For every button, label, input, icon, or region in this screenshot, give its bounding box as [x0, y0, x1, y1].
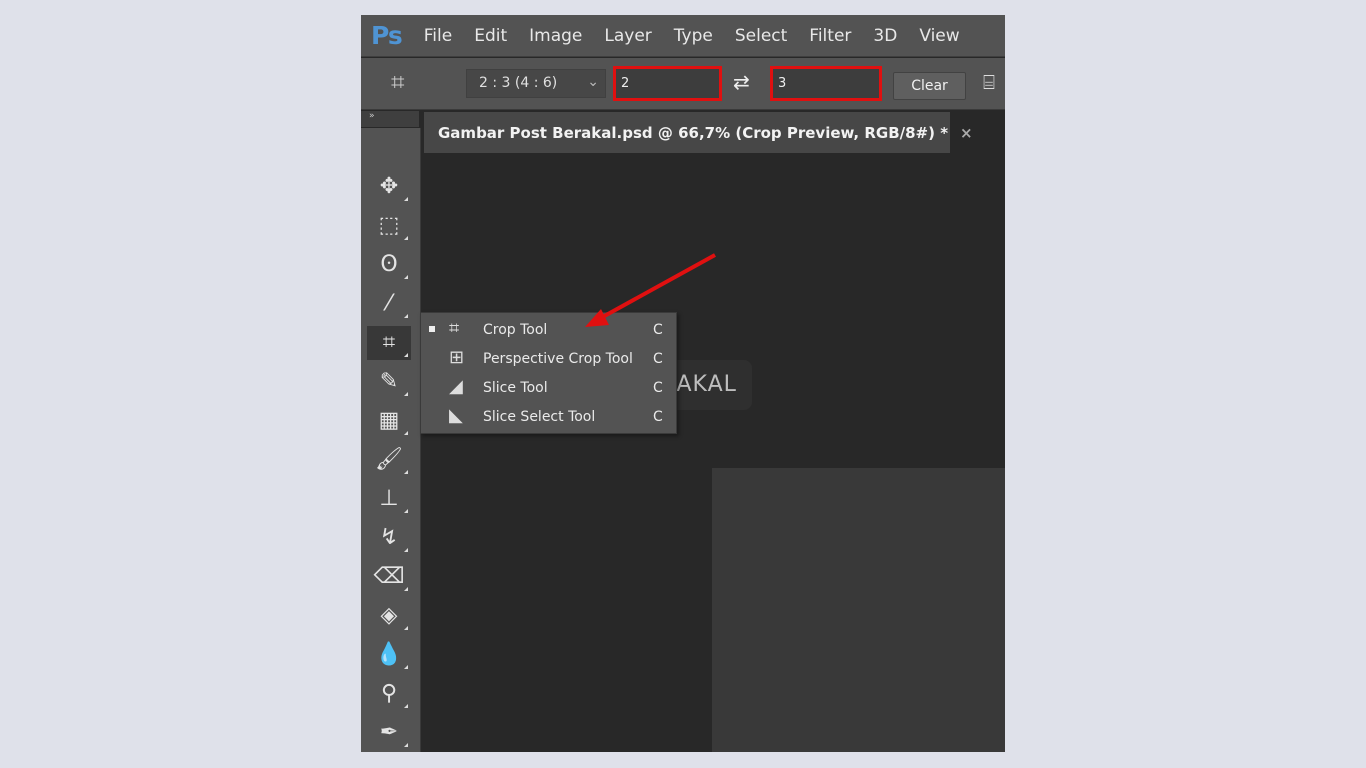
annotation-arrow [585, 253, 716, 327]
photoshop-window: Ps File Edit Image Layer Type Select Fil… [361, 15, 1005, 752]
